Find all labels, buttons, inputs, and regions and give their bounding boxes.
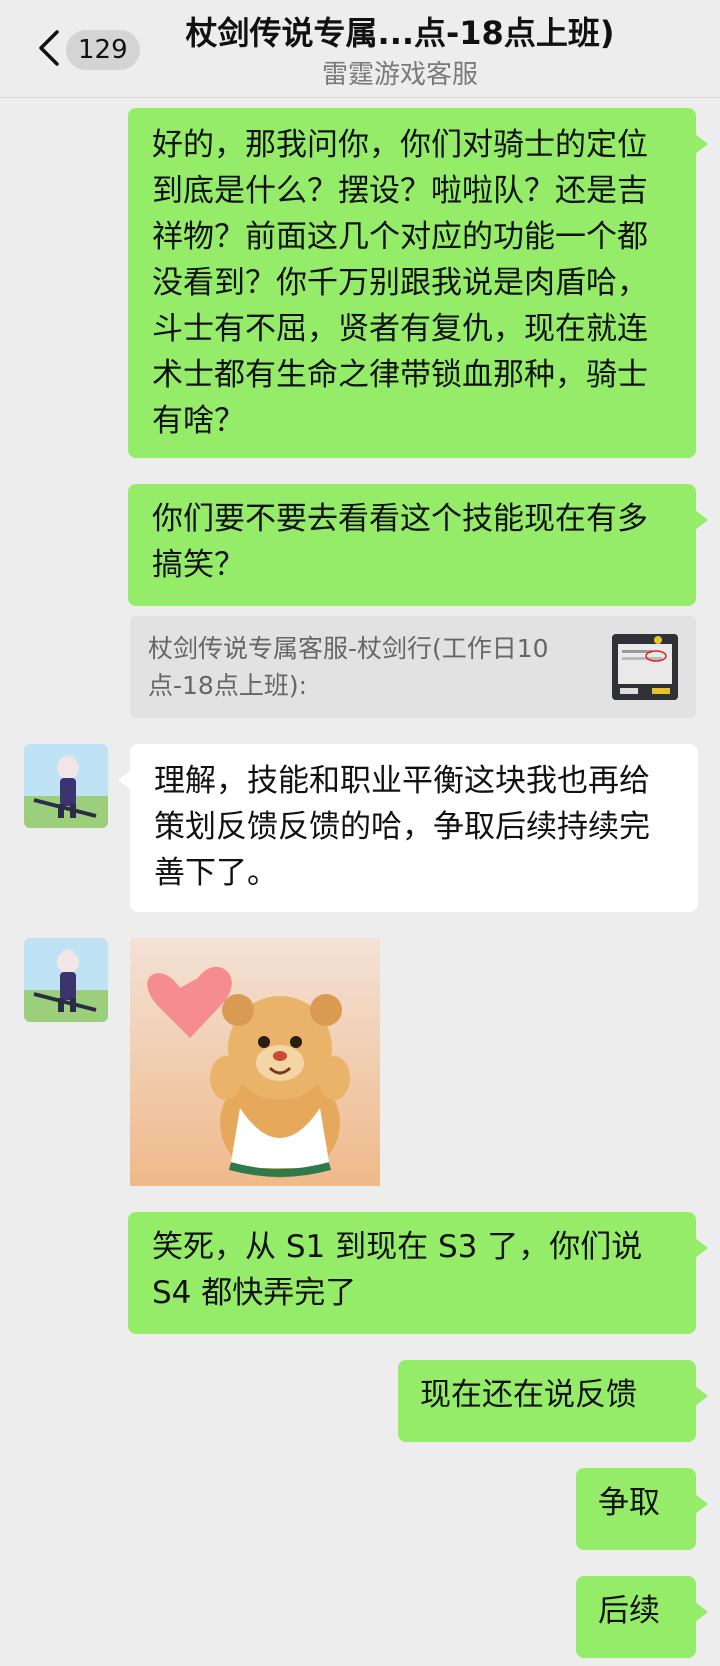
message-text: 理解，技能和职业平衡这块我也再给策划反馈反馈的哈，争取后续持续完善下了。 <box>154 763 650 891</box>
my-message-bubble[interactable]: 你们要不要去看看这个技能现在有多搞笑？ <box>128 484 708 606</box>
quoted-text: 杖剑传说专属客服-杖剑行(工作日10点-18点上班): <box>148 634 549 700</box>
avatar[interactable] <box>24 744 108 828</box>
message-text: 你们要不要去看看这个技能现在有多搞笑？ <box>152 501 648 583</box>
chat-header: 129 杖剑传说专属...点-18点上班) 雷霆游戏客服 <box>0 0 720 98</box>
quoted-message[interactable]: 杖剑传说专属客服-杖剑行(工作日10点-18点上班): <box>130 616 696 718</box>
message-text: 后续 <box>598 1593 660 1629</box>
unread-count-badge[interactable]: 129 <box>66 30 140 70</box>
screenshot-thumbnail-icon <box>612 634 678 700</box>
my-message-bubble[interactable]: 笑死，从 S1 到现在 S3 了，你们说S4 都快弄完了 <box>128 1212 708 1334</box>
quoted-image-thumbnail[interactable] <box>612 634 678 700</box>
my-message-bubble[interactable]: 好的，那我问你，你们对骑士的定位到底是什么？摆设？啦啦队？还是吉祥物？前面这几个… <box>128 108 708 458</box>
chat-title: 杖剑传说专属...点-18点上班) <box>185 14 615 52</box>
message-text: 现在还在说反馈 <box>420 1377 637 1413</box>
bear-sticker-icon <box>130 938 380 1186</box>
character-avatar-icon <box>24 938 108 1022</box>
chevron-left-icon <box>39 30 59 66</box>
their-message-bubble[interactable]: 理解，技能和职业平衡这块我也再给策划反馈反馈的哈，争取后续持续完善下了。 <box>118 744 698 912</box>
message-text: 争取 <box>598 1485 660 1521</box>
my-message-bubble[interactable]: 争取 <box>576 1468 708 1550</box>
avatar[interactable] <box>24 938 108 1022</box>
message-text: 好的，那我问你，你们对骑士的定位到底是什么？摆设？啦啦队？还是吉祥物？前面这几个… <box>152 127 648 439</box>
message-text: 笑死，从 S1 到现在 S3 了，你们说S4 都快弄完了 <box>152 1229 643 1311</box>
my-message-bubble[interactable]: 现在还在说反馈 <box>398 1360 708 1442</box>
back-button[interactable] <box>28 26 68 70</box>
chat-subtitle: 雷霆游戏客服 <box>321 60 478 90</box>
bear-sticker-image[interactable] <box>130 938 380 1186</box>
character-avatar-icon <box>24 744 108 828</box>
my-message-bubble[interactable]: 后续 <box>576 1576 708 1658</box>
